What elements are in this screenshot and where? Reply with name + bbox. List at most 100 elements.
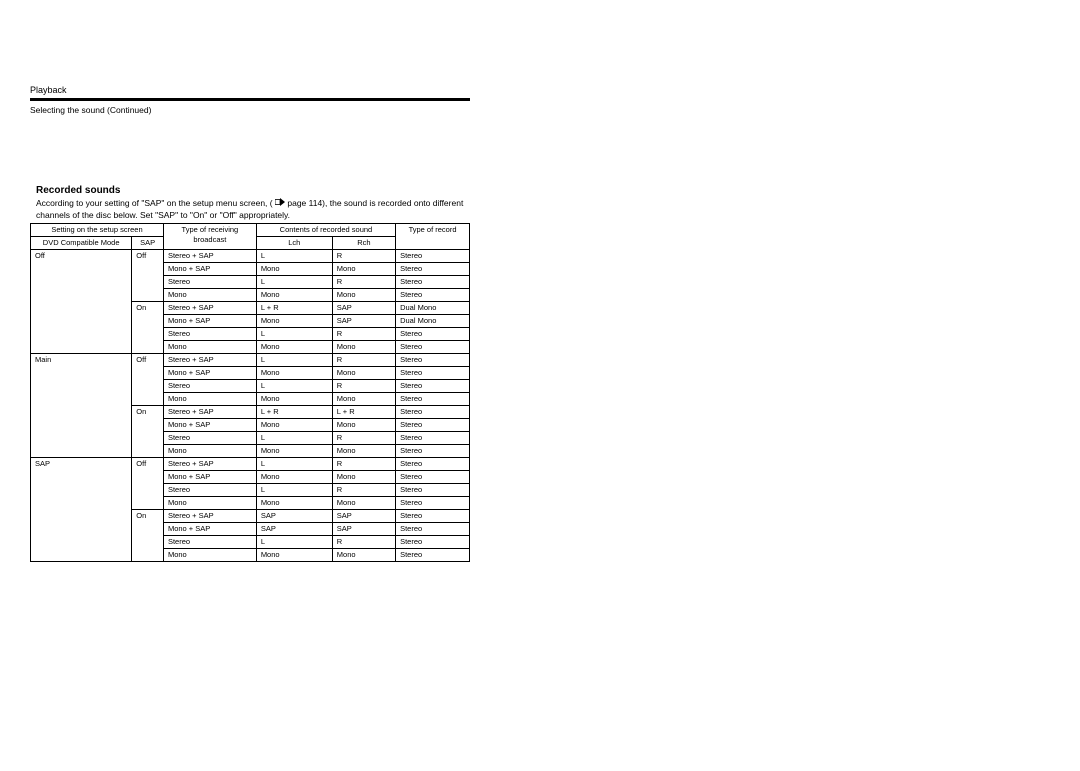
section-body: According to your setting of "SAP" on th…: [36, 198, 470, 209]
cell-record-type: Dual Mono: [396, 302, 470, 315]
cell-rch: Mono: [332, 367, 395, 380]
cell-lch: L: [256, 250, 332, 263]
cell-broadcast: Stereo + SAP: [163, 406, 256, 419]
header-rule-thick: [30, 98, 470, 101]
cell-rch: L + R: [332, 406, 395, 419]
cell-lch: Mono: [256, 497, 332, 510]
cell-record-type: Stereo: [396, 484, 470, 497]
cell-record-type: Stereo: [396, 510, 470, 523]
cell-record-type: Stereo: [396, 380, 470, 393]
cell-record-type: Stereo: [396, 549, 470, 562]
cell-rch: R: [332, 484, 395, 497]
cell-record-type: Stereo: [396, 497, 470, 510]
cell-record-type: Stereo: [396, 393, 470, 406]
cell-broadcast: Stereo: [163, 328, 256, 341]
page-category: Playback: [30, 85, 470, 95]
cell-dvd-mode: SAP: [31, 458, 132, 562]
page-reference-icon: [275, 198, 285, 209]
cell-lch: Mono: [256, 263, 332, 276]
cell-rch: Mono: [332, 419, 395, 432]
th-rch: Rch: [332, 237, 395, 250]
cell-lch: Mono: [256, 445, 332, 458]
cell-sap: On: [132, 302, 164, 354]
table-body: OffOffStereo + SAPLRStereoMono + SAPMono…: [31, 250, 470, 562]
cell-record-type: Stereo: [396, 471, 470, 484]
cell-broadcast: Mono: [163, 497, 256, 510]
cell-sap: Off: [132, 458, 164, 510]
cell-rch: Mono: [332, 445, 395, 458]
cell-rch: R: [332, 380, 395, 393]
cell-broadcast: Stereo + SAP: [163, 510, 256, 523]
cell-rch: R: [332, 432, 395, 445]
cell-broadcast: Mono + SAP: [163, 523, 256, 536]
th-dvd-mode: DVD Compatible Mode: [31, 237, 132, 250]
body-text-1b: page 114), the sound is recorded onto di…: [287, 198, 463, 208]
cell-record-type: Stereo: [396, 354, 470, 367]
cell-record-type: Stereo: [396, 406, 470, 419]
cell-broadcast: Stereo + SAP: [163, 302, 256, 315]
cell-lch: Mono: [256, 289, 332, 302]
cell-lch: L: [256, 432, 332, 445]
cell-broadcast: Mono + SAP: [163, 315, 256, 328]
cell-broadcast: Stereo + SAP: [163, 354, 256, 367]
cell-broadcast: Stereo: [163, 276, 256, 289]
cell-broadcast: Mono: [163, 393, 256, 406]
cell-record-type: Stereo: [396, 250, 470, 263]
cell-lch: Mono: [256, 315, 332, 328]
cell-rch: SAP: [332, 302, 395, 315]
cell-lch: L: [256, 354, 332, 367]
cell-rch: Mono: [332, 341, 395, 354]
cell-lch: L: [256, 380, 332, 393]
cell-rch: Mono: [332, 471, 395, 484]
cell-broadcast: Stereo: [163, 432, 256, 445]
cell-rch: R: [332, 536, 395, 549]
cell-broadcast: Mono + SAP: [163, 367, 256, 380]
table-row: SAPOffStereo + SAPLRStereo: [31, 458, 470, 471]
cell-rch: Mono: [332, 289, 395, 302]
cell-lch: Mono: [256, 549, 332, 562]
cell-record-type: Stereo: [396, 419, 470, 432]
cell-record-type: Stereo: [396, 536, 470, 549]
cell-lch: L + R: [256, 302, 332, 315]
cell-record-type: Stereo: [396, 523, 470, 536]
cell-rch: R: [332, 458, 395, 471]
cell-rch: Mono: [332, 393, 395, 406]
cell-lch: SAP: [256, 510, 332, 523]
cell-broadcast: Mono: [163, 289, 256, 302]
cell-record-type: Stereo: [396, 289, 470, 302]
cell-broadcast: Stereo: [163, 536, 256, 549]
recorded-sounds-table: Setting on the setup screen Type of rece…: [30, 223, 470, 562]
th-contents-group: Contents of recorded sound: [256, 224, 395, 237]
page-subheading: Selecting the sound (Continued): [30, 105, 470, 115]
cell-rch: SAP: [332, 510, 395, 523]
cell-broadcast: Stereo: [163, 484, 256, 497]
table-row: MainOffStereo + SAPLRStereo: [31, 354, 470, 367]
table-row: OffOffStereo + SAPLRStereo: [31, 250, 470, 263]
cell-lch: L: [256, 458, 332, 471]
cell-record-type: Stereo: [396, 328, 470, 341]
cell-lch: Mono: [256, 471, 332, 484]
cell-record-type: Stereo: [396, 263, 470, 276]
cell-sap: On: [132, 510, 164, 562]
th-setting-group: Setting on the setup screen: [31, 224, 164, 237]
cell-record-type: Stereo: [396, 432, 470, 445]
cell-broadcast: Mono + SAP: [163, 263, 256, 276]
section-title: Recorded sounds: [36, 185, 470, 196]
th-lch: Lch: [256, 237, 332, 250]
cell-record-type: Dual Mono: [396, 315, 470, 328]
cell-lch: SAP: [256, 523, 332, 536]
cell-lch: L: [256, 328, 332, 341]
table-header: Setting on the setup screen Type of rece…: [31, 224, 470, 250]
cell-sap: Off: [132, 354, 164, 406]
th-type-record: Type of record: [396, 224, 470, 250]
cell-lch: L + R: [256, 406, 332, 419]
cell-lch: Mono: [256, 419, 332, 432]
cell-lch: L: [256, 484, 332, 497]
cell-sap: On: [132, 406, 164, 458]
cell-broadcast: Mono: [163, 341, 256, 354]
body-text-1a: According to your setting of "SAP" on th…: [36, 198, 273, 208]
cell-dvd-mode: Main: [31, 354, 132, 458]
cell-lch: Mono: [256, 367, 332, 380]
cell-broadcast: Stereo + SAP: [163, 250, 256, 263]
th-sap: SAP: [132, 237, 164, 250]
